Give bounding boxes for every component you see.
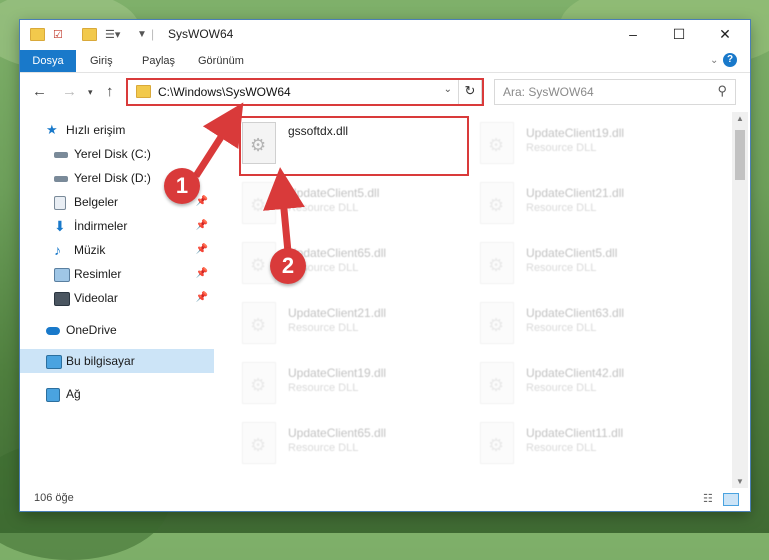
arrow-to-address <box>193 102 244 178</box>
annotation-arrows <box>193 102 305 253</box>
arrow-to-file <box>263 167 305 253</box>
step-2-badge: 2 <box>270 248 306 284</box>
step-1-badge: 1 <box>164 168 200 204</box>
